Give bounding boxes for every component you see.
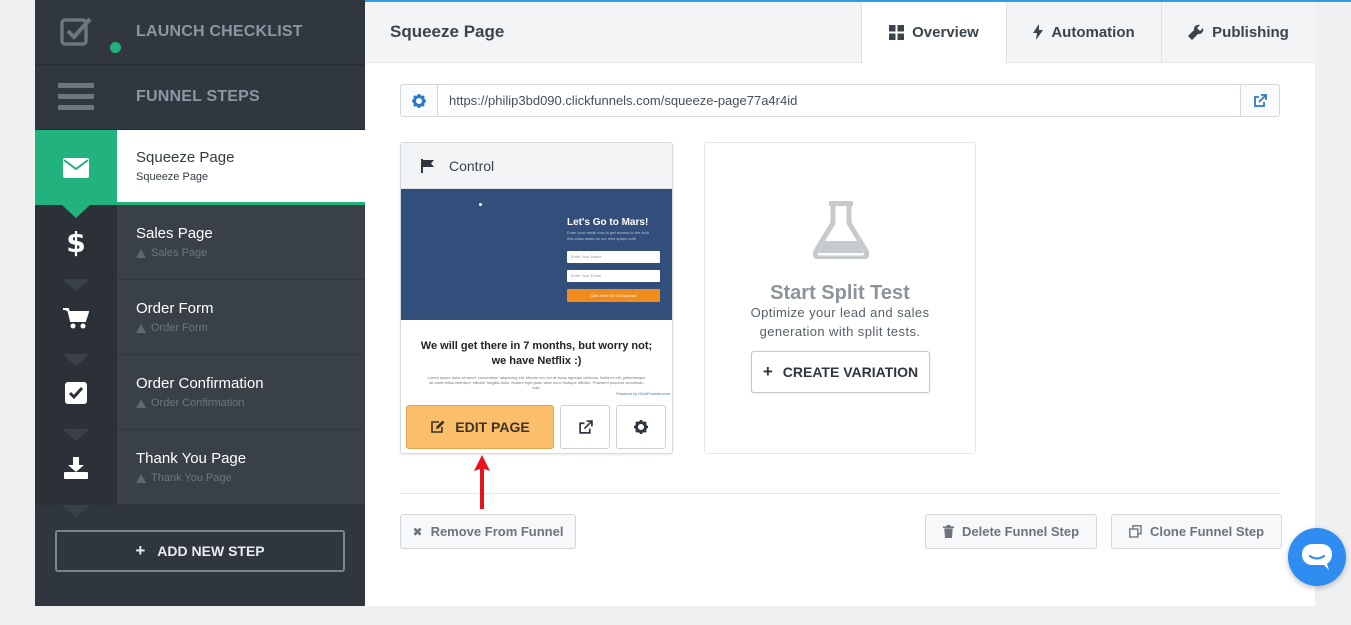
flag-icon	[421, 158, 434, 173]
create-variation-button[interactable]: + CREATE VARIATION	[751, 351, 930, 393]
plus-icon: +	[135, 541, 146, 560]
sidebar-step-order-form[interactable]: Order Form Order Form	[35, 279, 365, 355]
external-link-icon	[578, 419, 593, 434]
page-preview-thumbnail[interactable]: Let's Go to Mars! Enter your email now t…	[401, 189, 672, 401]
chat-widget-button[interactable]	[1288, 528, 1346, 586]
hamburger-icon	[35, 82, 117, 112]
step-subtitle: Order Confirmation	[136, 397, 365, 409]
close-icon: ✖	[412, 524, 423, 539]
page-settings-button[interactable]	[616, 405, 666, 449]
funnel-steps-row[interactable]: FUNNEL STEPS	[35, 65, 365, 130]
page-title: Squeeze Page	[390, 22, 505, 41]
trash-icon	[942, 525, 954, 538]
split-test-title: Start Split Test	[770, 282, 910, 304]
warning-icon	[136, 398, 146, 408]
card-actions: EDIT PAGE	[406, 405, 666, 449]
lightning-icon	[1033, 24, 1044, 40]
download-icon	[35, 429, 117, 505]
grid-icon	[889, 25, 905, 40]
launch-checklist-row[interactable]: LAUNCH CHECKLIST	[35, 0, 365, 65]
split-test-card: Start Split Test Optimize your lead and …	[704, 142, 976, 454]
active-pointer	[62, 205, 90, 218]
step-subtitle: Order Form	[136, 322, 365, 334]
gear-icon	[634, 420, 648, 434]
card-header: Control	[401, 143, 672, 189]
sidebar-step-thank-you-page[interactable]: Thank You Page Thank You Page	[35, 429, 365, 505]
edit-icon	[431, 420, 445, 433]
step-title: Order Confirmation	[136, 375, 264, 392]
envelope-icon	[35, 130, 117, 218]
sidebar-step-squeeze-page[interactable]: Squeeze Page Squeeze Page	[35, 130, 365, 218]
warning-icon	[136, 473, 146, 483]
wrench-icon	[1188, 24, 1204, 40]
main-panel: Squeeze Page Overview Automation Publish…	[365, 1, 1315, 606]
annotation-arrow	[474, 455, 490, 509]
step-title: Thank You Page	[136, 450, 247, 467]
warning-icon	[136, 248, 146, 258]
sidebar-footer: + ADD NEW STEP	[35, 505, 365, 606]
sidebar: LAUNCH CHECKLIST FUNNEL STEPS Squeeze Pa…	[35, 0, 365, 606]
divider	[400, 493, 1280, 494]
add-new-step-button[interactable]: + ADD NEW STEP	[55, 530, 345, 572]
preview-page-button[interactable]	[560, 405, 610, 449]
edit-page-button[interactable]: EDIT PAGE	[406, 405, 554, 449]
plus-icon: +	[762, 362, 773, 381]
flask-icon	[813, 201, 869, 259]
preview-body: We will get there in 7 months, but worry…	[420, 340, 670, 396]
step-title: Sales Page	[136, 225, 213, 242]
split-test-description: Optimize your lead and sales generation …	[750, 305, 930, 339]
checklist-icon	[35, 15, 121, 53]
preview-hero: Let's Go to Mars! Enter your email now t…	[401, 189, 672, 320]
open-url-button[interactable]	[1241, 84, 1280, 117]
tab-automation[interactable]: Automation	[1006, 1, 1161, 63]
step-subtitle: Squeeze Page	[136, 171, 209, 183]
url-bar	[400, 84, 1280, 117]
external-link-icon	[1254, 93, 1267, 107]
chat-bubble-icon	[1302, 544, 1332, 570]
step-subtitle: Thank You Page	[136, 472, 365, 484]
main-header: Squeeze Page Overview Automation Publish…	[365, 1, 1315, 64]
tab-publishing[interactable]: Publishing	[1161, 1, 1315, 63]
checkbox-icon	[35, 354, 117, 430]
tab-overview[interactable]: Overview	[861, 1, 1006, 64]
clone-funnel-step-button[interactable]: Clone Funnel Step	[1111, 514, 1282, 549]
control-variation-card: Control Let's Go to Mars! Enter your ema…	[400, 142, 673, 454]
step-subtitle: Sales Page	[136, 247, 365, 259]
funnel-steps-label: FUNNEL STEPS	[136, 88, 260, 105]
step-title: Order Form	[136, 300, 214, 317]
sidebar-step-order-confirmation[interactable]: Order Confirmation Order Confirmation	[35, 354, 365, 430]
warning-icon	[136, 323, 146, 333]
remove-from-funnel-button[interactable]: ✖ Remove From Funnel	[400, 514, 576, 549]
funnel-url-input[interactable]	[438, 84, 1241, 117]
status-dot	[110, 42, 121, 53]
step-title: Squeeze Page	[136, 149, 235, 166]
launch-checklist-label: LAUNCH CHECKLIST	[136, 23, 303, 40]
copy-icon	[1129, 525, 1142, 538]
gear-icon	[412, 93, 426, 108]
cart-icon	[35, 279, 117, 355]
delete-funnel-step-button[interactable]: Delete Funnel Step	[925, 514, 1097, 549]
url-settings-button[interactable]	[400, 84, 438, 117]
